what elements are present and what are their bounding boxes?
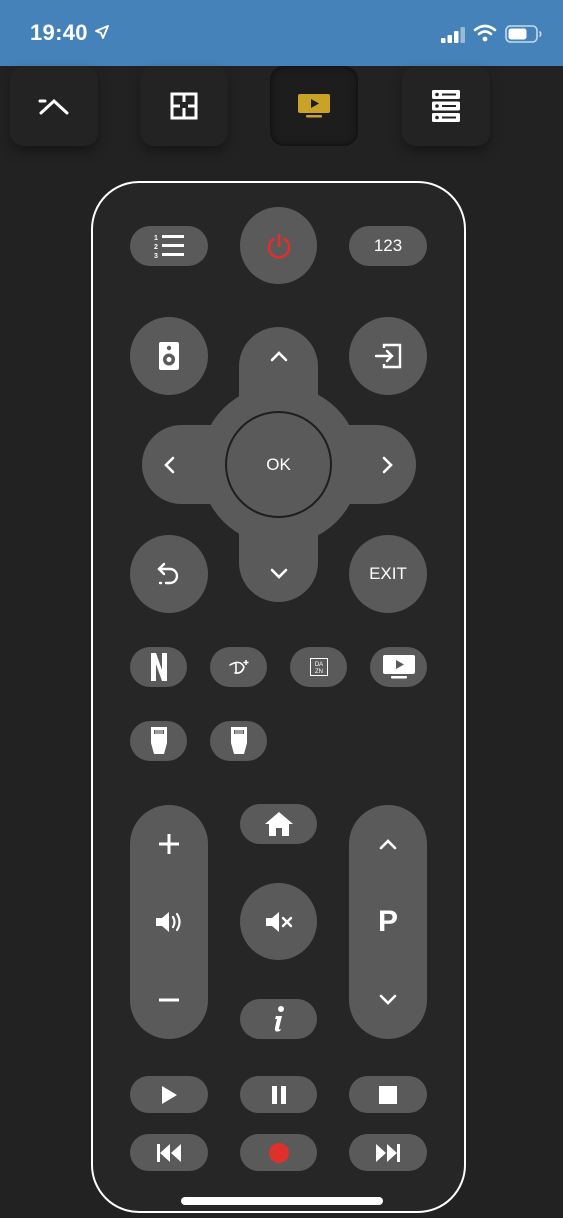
volume-rocker <box>130 805 208 1039</box>
mute-icon <box>265 911 292 932</box>
input-source-icon <box>374 343 402 369</box>
nav-tv-button[interactable] <box>270 66 358 146</box>
dpad-down-button[interactable] <box>258 558 300 590</box>
channel-down-button[interactable] <box>349 961 427 1039</box>
previous-button[interactable] <box>130 1134 208 1171</box>
exit-button[interactable]: EXIT <box>349 535 427 613</box>
info-icon <box>274 1006 284 1032</box>
hdmi-1-icon <box>150 727 167 754</box>
dazn-button[interactable]: DA ZN <box>290 647 347 687</box>
channel-list-button[interactable]: 1 2 3 <box>130 226 208 266</box>
location-arrow-icon <box>95 25 109 39</box>
back-button[interactable] <box>130 535 208 613</box>
home-indicator[interactable] <box>181 1197 383 1205</box>
chevron-up-icon <box>379 839 397 850</box>
status-bar: 19:40 <box>0 0 563 66</box>
home-icon <box>264 812 293 836</box>
nav-floorplan-button[interactable] <box>140 66 228 146</box>
home-button[interactable] <box>240 804 317 844</box>
dpad-up-button[interactable] <box>258 340 300 372</box>
tv-app-button[interactable] <box>370 647 427 687</box>
channel-indicator: P <box>349 883 427 961</box>
pause-icon <box>271 1085 286 1104</box>
ok-label: OK <box>266 454 291 474</box>
channel-up-button[interactable] <box>349 805 427 883</box>
dazn-text-top: DA <box>314 662 322 668</box>
stop-icon <box>379 1085 397 1104</box>
power-button[interactable] <box>240 207 317 284</box>
nav-collapse-button[interactable] <box>10 66 98 146</box>
nav-devices-button[interactable] <box>402 66 490 146</box>
volume-indicator <box>130 883 208 961</box>
numbered-list-icon: 1 2 3 <box>154 235 184 260</box>
top-navigation <box>0 66 563 146</box>
info-button[interactable] <box>240 999 317 1039</box>
mute-button[interactable] <box>240 883 317 960</box>
chevron-left-icon <box>164 456 175 474</box>
skip-back-icon <box>157 1143 181 1162</box>
minus-icon <box>159 998 179 1002</box>
floorplan-icon <box>170 92 198 120</box>
dpad-right-button[interactable] <box>371 444 405 486</box>
svg-text:3: 3 <box>154 253 158 260</box>
wifi-icon <box>473 24 497 42</box>
power-icon <box>267 233 290 259</box>
chevron-down-icon <box>270 568 288 579</box>
channel-rocker: P <box>349 805 427 1039</box>
chevron-up-icon <box>270 351 288 362</box>
svg-text:2: 2 <box>154 244 158 251</box>
audio-output-button[interactable] <box>130 317 208 395</box>
skip-forward-icon <box>376 1143 400 1162</box>
tv-icon <box>298 94 330 118</box>
hdmi-2-icon <box>230 727 247 754</box>
dazn-text-bottom: ZN <box>315 669 323 675</box>
exit-label: EXIT <box>369 564 407 583</box>
disney-plus-button[interactable] <box>210 647 267 687</box>
number-pad-label: 123 <box>373 236 403 255</box>
stop-button[interactable] <box>349 1076 427 1113</box>
volume-speaker-icon <box>156 912 181 932</box>
battery-icon <box>505 25 542 43</box>
chevron-right-icon <box>382 456 393 474</box>
svg-text:1: 1 <box>154 235 158 242</box>
play-icon <box>162 1085 177 1104</box>
server-list-icon <box>432 90 460 122</box>
ok-button[interactable]: OK <box>225 411 332 518</box>
dpad-left-button[interactable] <box>152 444 186 486</box>
netflix-button[interactable] <box>130 647 187 687</box>
volume-down-button[interactable] <box>130 961 208 1039</box>
disney-plus-icon <box>228 660 248 674</box>
chevron-down-icon <box>379 994 397 1005</box>
record-icon <box>268 1142 289 1163</box>
return-arrow-icon <box>157 562 179 585</box>
play-button[interactable] <box>130 1076 208 1113</box>
netflix-icon <box>150 653 167 681</box>
input-source-button[interactable] <box>349 317 427 395</box>
next-button[interactable] <box>349 1134 427 1171</box>
dazn-icon: DA ZN <box>309 658 328 676</box>
collapse-chevron-icon <box>38 98 69 115</box>
volume-up-button[interactable] <box>130 805 208 883</box>
plus-icon <box>159 834 179 854</box>
status-time: 19:40 <box>30 20 88 45</box>
pause-button[interactable] <box>240 1076 317 1113</box>
number-pad-button[interactable]: 123 <box>349 226 427 266</box>
hdmi-1-button[interactable] <box>130 721 187 761</box>
hdmi-2-button[interactable] <box>210 721 267 761</box>
cellular-signal-icon <box>441 27 465 43</box>
tv-app-icon <box>382 655 415 679</box>
record-button[interactable] <box>240 1134 317 1171</box>
channel-label: P <box>377 905 398 938</box>
speaker-icon <box>159 342 179 370</box>
